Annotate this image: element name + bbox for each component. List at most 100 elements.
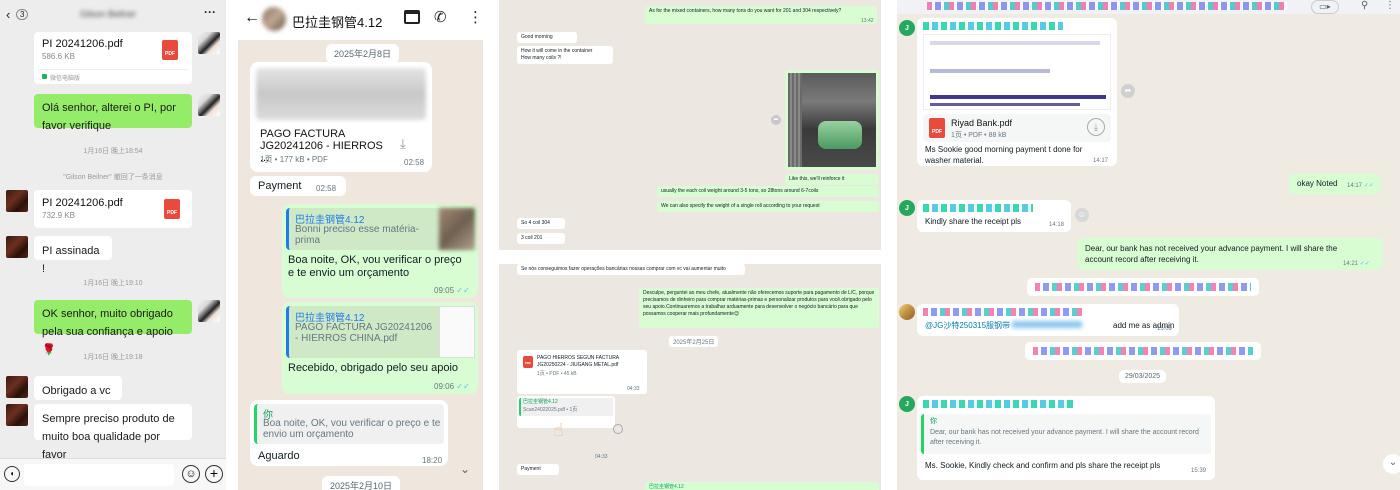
document-meta: 1页 • PDF • 88 kB (951, 132, 1007, 139)
voice-icon[interactable]: ◖ (4, 466, 20, 482)
message-bubble[interactable]: OK senhor, muito obrigado pela sua confi… (34, 300, 192, 356)
message-bubble[interactable]: As for the mixed containers, how many to… (645, 6, 877, 24)
blurred-contact (927, 2, 1287, 10)
avatar[interactable] (6, 404, 28, 426)
chat-title[interactable]: 巴拉圭钢管4.12 (292, 12, 382, 31)
emoji-icon[interactable]: ☺ (182, 465, 200, 483)
message-bubble[interactable]: How it will come in the container How ma… (517, 46, 613, 64)
quoted-message[interactable]: 巴拉圭钢管4.12 (645, 482, 879, 490)
file-message[interactable]: PI 20241206.pdf 586.6 KB PDF 微信电脑版 (34, 32, 192, 84)
document-preview (256, 68, 426, 120)
scroll-down-icon[interactable]: ⌄ (460, 462, 470, 476)
timestamp: 1月16日 晚上19:10 (83, 280, 143, 287)
scroll-down-icon[interactable]: ⌄ (1383, 454, 1400, 474)
search-icon[interactable]: ⚲ (1361, 0, 1368, 11)
message-text: Olá senhor, alterei o PI, por favor veri… (42, 102, 176, 132)
chat-header: ▭▸ ⚲ ⋮ (897, 0, 1400, 14)
add-call-icon[interactable]: ✆ (434, 8, 447, 26)
whatsapp-web-panel-small: As for the mixed containers, how many to… (499, 0, 881, 490)
shop-icon[interactable] (404, 10, 420, 24)
document-message[interactable]: PAGO FACTURA JG20241206 - HIERROS ... ⤓ … (250, 62, 432, 172)
group-avatar[interactable] (262, 7, 286, 31)
read-ticks-icon: ✓✓ (1363, 183, 1374, 189)
back-icon[interactable]: ‹ (6, 7, 10, 22)
timestamp: 09:06 ✓✓ (434, 382, 470, 391)
video-call-icon[interactable]: ▭▸ (1311, 0, 1339, 14)
quoted-message[interactable]: 你 Boa noite, OK, vou verificar o preço e… (254, 404, 444, 444)
forward-icon[interactable] (613, 424, 623, 434)
message-bubble[interactable]: PI assinada ! (34, 236, 112, 275)
reply-message[interactable]: 巴拉圭钢管4.12 Bonni preciso esse matéria-pri… (282, 204, 478, 298)
quote-text: Dear, our bank has not received your adv… (930, 429, 1199, 446)
message-bubble[interactable]: Like this, we'll reinforce it (785, 174, 879, 185)
message-bubble[interactable]: Payment (517, 464, 559, 475)
message-bubble[interactable]: Dear, our bank has not received your adv… (1077, 238, 1383, 270)
avatar[interactable] (6, 190, 28, 212)
quoted-message[interactable]: 你 Dear, our bank has not received your a… (921, 414, 1211, 454)
message-bubble[interactable]: Se nós conseguimos fazer operações bancá… (517, 264, 745, 275)
forward-icon[interactable]: ➦ (1121, 84, 1135, 98)
reply-message[interactable]: 你 Dear, our bank has not received your a… (917, 396, 1215, 480)
quote-text: Bonni preciso esse matéria-prima (295, 224, 419, 246)
file-message[interactable]: PI 20241206.pdf 732.9 KB PDF (34, 190, 192, 228)
recall-notice: "Gilson Beilner" 撤回了一条消息 (63, 174, 163, 181)
avatar[interactable] (899, 304, 915, 320)
reply-message[interactable]: 巴拉圭钢管4.12 PAGO FACTURA JG20241206 - HIER… (282, 302, 478, 394)
blurred-sender (923, 400, 1073, 408)
avatar[interactable] (198, 300, 220, 322)
message-bubble[interactable]: 3 coil 201 (517, 233, 565, 244)
avatar[interactable] (198, 32, 220, 54)
reply-message[interactable]: 你 Boa noite, OK, vou verificar o preço e… (250, 400, 448, 466)
avatar[interactable]: J (899, 20, 915, 36)
read-ticks-icon: ✓✓ (456, 286, 470, 295)
more-vert-icon[interactable]: ⋮ (468, 8, 483, 26)
avatar[interactable] (198, 94, 220, 116)
message-bubble[interactable]: Olá senhor, alterei o PI, por favor veri… (34, 94, 192, 132)
mention: @JG沙特250315服钢带 (925, 320, 1083, 331)
document-message[interactable]: PDF PAGO HIERROS SEGUN FACTURA JG2025022… (517, 350, 647, 394)
wechat-panel: ‹ 3 Gilson Beilner ··· PI 20241206.pdf 5… (0, 0, 226, 490)
message-bubble[interactable]: So 4 coil 304 (517, 218, 565, 229)
message-text: okay Noted (1297, 179, 1338, 188)
blurred-sender (923, 308, 1083, 316)
message-bubble[interactable]: We can also specify the weight of a sing… (657, 201, 879, 212)
message-bubble[interactable]: okay Noted 14:17 ✓✓ (1289, 174, 1381, 194)
message-bubble[interactable]: Desculpe, perguntei ao meu chefe, atualm… (639, 288, 879, 328)
document-card[interactable]: PDF Riyad Bank.pdf 1页 • PDF • 88 kB ⤓ (923, 114, 1111, 142)
avatar[interactable]: J (899, 200, 915, 216)
avatar[interactable] (6, 236, 28, 258)
forwarded-document[interactable]: 巴拉圭钢管4.12 Scan24022025.pdf • 1页 (517, 396, 615, 428)
message-bubble[interactable]: Good morning (517, 32, 577, 43)
message-bubble[interactable]: Obrigado a vc (34, 376, 122, 400)
unread-badge: 3 (16, 9, 29, 20)
message-bubble[interactable]: Payment 02:58 (250, 176, 346, 196)
message-bubble[interactable]: Kindly share the receipt pls 14:18 (917, 200, 1071, 232)
message-bubble[interactable]: Sempre preciso produto de muito boa qual… (34, 404, 192, 461)
message-input[interactable] (24, 464, 174, 486)
more-icon[interactable]: ··· (204, 5, 216, 19)
quoted-message[interactable]: 巴拉圭钢管4.12 Bonni preciso esse matéria-pri… (286, 208, 475, 250)
more-vert-icon[interactable]: ⋮ (1385, 0, 1395, 11)
message-bubble[interactable]: @JG沙特250315服钢带 add me as admin 15:09 (917, 304, 1179, 336)
avatar[interactable]: J (899, 396, 915, 412)
message-text: Dear, our bank has not received your adv… (1085, 244, 1338, 264)
timestamp: 1月16日 晚上18:54 (83, 148, 143, 155)
container-photo[interactable] (785, 70, 879, 170)
back-arrow-icon[interactable]: ← (244, 9, 260, 27)
avatar[interactable] (6, 376, 28, 398)
emoji-react-icon[interactable]: ☺ (1075, 208, 1089, 222)
timestamp: 1月16日 晚上19:18 (83, 354, 143, 361)
message-text: Ms. Sookie, Kindly check and confirm and… (925, 461, 1161, 470)
download-icon[interactable]: ⤓ (400, 136, 406, 152)
plus-icon[interactable]: + (205, 465, 223, 483)
quote-text: PAGO FACTURA JG20241206 - HIERROS CHINA.… (295, 322, 433, 344)
timestamp: 02:58 (404, 158, 425, 167)
download-icon[interactable]: ⤓ (1087, 118, 1105, 136)
message-text: Payment (258, 180, 302, 192)
forward-icon[interactable]: ➦ (771, 115, 781, 125)
quoted-message[interactable]: 巴拉圭钢管4.12 PAGO FACTURA JG20241206 - HIER… (286, 306, 475, 358)
quote-thumbnail (439, 208, 475, 250)
read-ticks-icon: ✓✓ (456, 382, 470, 391)
message-bubble[interactable]: usually the each coil weight around 3-5 … (657, 186, 879, 197)
document-message[interactable]: PDF Riyad Bank.pdf 1页 • PDF • 88 kB ⤓ Ms… (917, 18, 1117, 166)
